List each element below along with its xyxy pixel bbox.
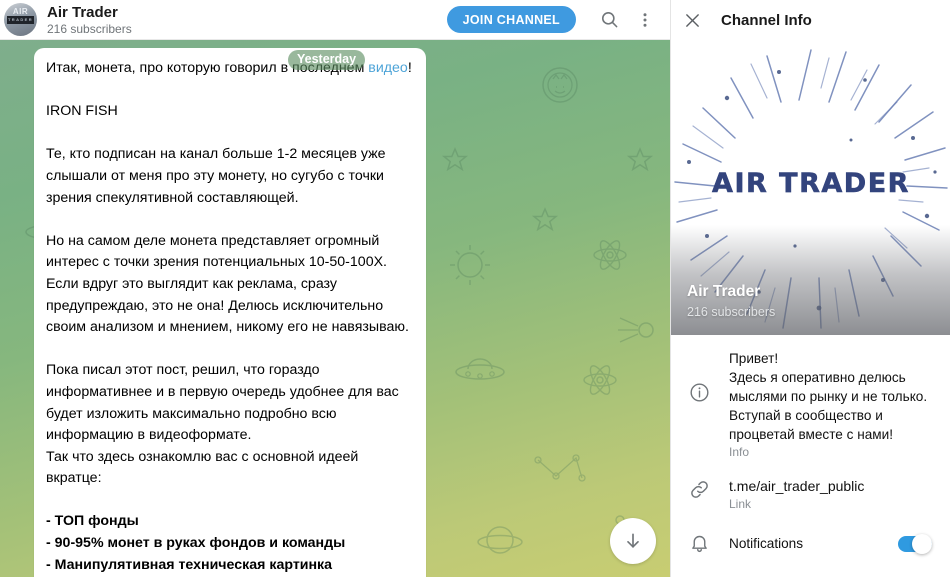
close-icon [685,13,699,27]
channel-subscriber-count: 216 subscribers [47,21,132,36]
link-value: t.me/air_trader_public [729,478,865,494]
notifications-label: Notifications [729,536,804,551]
info-icon [690,382,709,402]
notifications-toggle[interactable] [898,533,932,554]
arrow-down-icon [627,533,639,548]
more-vertical-icon [643,12,647,27]
link-icon [691,481,708,498]
info-text: Привет! Здесь я оперативно делюсь мыслям… [729,351,928,442]
message-text: Итак, монета, про которую говорил в посл… [46,60,412,573]
toggle-knob [912,533,932,554]
more-options-button[interactable] [626,1,664,39]
banner-channel-name: Air Trader [687,283,761,300]
panel-header: Channel Info [671,0,950,40]
link-icon-wrap [689,477,729,500]
notifications-row[interactable]: Notifications [671,519,950,564]
message-link[interactable]: видео [368,60,408,76]
search-icon [601,11,617,28]
chat-header: AIR TRADER Air Trader 216 subscribers JO… [0,0,670,40]
join-channel-button[interactable]: JOIN CHANNEL [446,6,576,33]
info-body: Привет! Здесь я оперативно делюсь мыслям… [729,349,934,459]
banner-logo-text: AIR TRADER [712,168,910,200]
info-icon-wrap [689,349,729,435]
scroll-to-bottom-button[interactable] [610,518,656,564]
telegram-window: Итак, монета, про которую говорил в посл… [0,0,950,577]
info-label: Info [729,445,750,459]
message-bubble[interactable]: Итак, монета, про которую говорил в посл… [34,48,426,577]
close-panel-button[interactable] [671,0,713,40]
bell-icon [692,535,707,552]
link-row[interactable]: t.me/air_trader_public Link [671,467,950,519]
avatar-logo-bottom: TRADER [7,17,34,22]
channel-banner[interactable]: AIR TRADER Air Trader 216 subscribers [671,40,950,335]
channel-avatar[interactable]: AIR TRADER [4,3,37,36]
chat-area: Итак, монета, про которую говорил в посл… [0,0,670,577]
avatar-logo-top: AIR [12,7,29,16]
search-button[interactable] [590,1,628,39]
info-row[interactable]: Привет! Здесь я оперативно делюсь мыслям… [671,335,950,467]
link-body: t.me/air_trader_public Link [729,477,934,511]
channel-title: Air Trader [47,3,118,21]
header-actions: JOIN CHANNEL [446,1,670,39]
banner-subscriber-count: 216 subscribers [687,305,776,319]
panel-title: Channel Info [721,11,812,29]
channel-name-block[interactable]: Air Trader 216 subscribers [47,4,132,36]
link-label: Link [729,497,752,511]
bell-icon-wrap [689,533,729,554]
channel-info-panel: Channel Info AIR TRADER Air Trader 216 s… [670,0,950,577]
date-badge: Yesterday [288,50,366,70]
